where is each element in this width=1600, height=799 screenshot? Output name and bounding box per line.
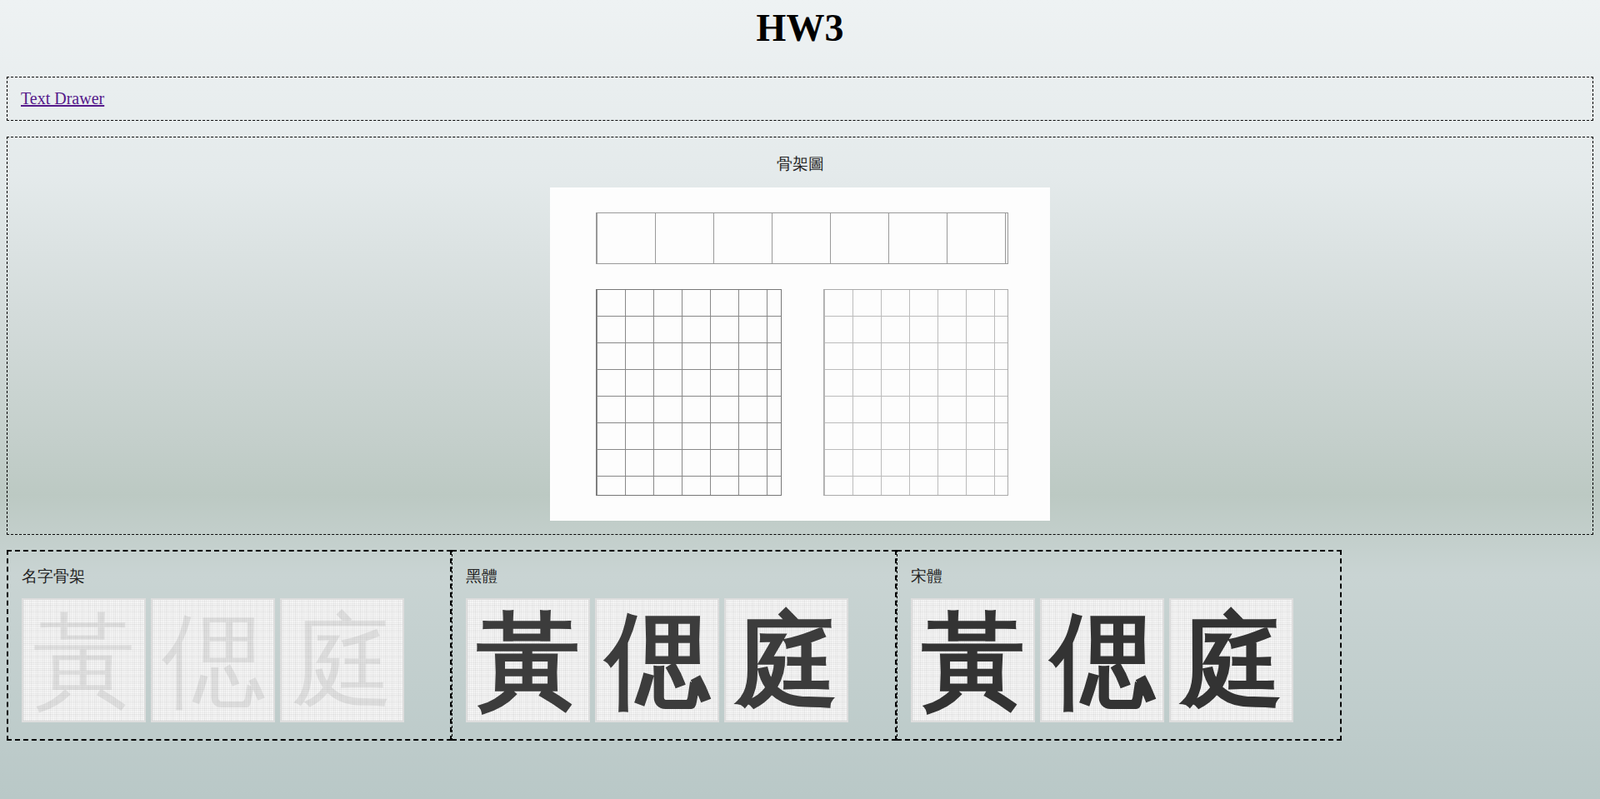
glyph-cell: 黃 <box>21 598 146 723</box>
glyph: 黃 <box>921 609 1025 713</box>
page-title: HW3 <box>6 0 1594 60</box>
figure-title: 骨架圖 <box>776 152 825 175</box>
glyph-cell: 黃 <box>910 598 1035 723</box>
sheet-grids <box>595 289 1009 496</box>
glyph-cells: 黃偲庭 <box>910 598 1327 723</box>
glyph: 黃 <box>32 609 136 713</box>
glyph-cell: 庭 <box>724 598 849 723</box>
skeleton-figure-section: 骨架圖 <box>6 136 1594 535</box>
panel-row: 名字骨架黃偲庭黑體黃偲庭宋體黃偲庭 <box>6 550 1594 741</box>
glyph-panel: 名字骨架黃偲庭 <box>6 550 452 741</box>
glyph-cell: 庭 <box>1169 598 1294 723</box>
sheet-grid <box>823 289 1010 496</box>
glyph-cell: 偲 <box>595 598 720 723</box>
glyph-cells: 黃偲庭 <box>21 598 437 723</box>
glyph: 黃 <box>476 609 580 713</box>
glyph: 偲 <box>161 609 265 713</box>
nav-link[interactable]: Text Drawer <box>20 89 105 108</box>
glyph-panel: 黑體黃偲庭 <box>451 550 897 741</box>
glyph-cells: 黃偲庭 <box>465 598 882 723</box>
glyph-cell: 偲 <box>1040 598 1165 723</box>
skeleton-figure-image <box>550 187 1050 521</box>
page: HW3Text Drawer骨架圖名字骨架黃偲庭黑體黃偲庭宋體黃偲庭 <box>0 0 1600 799</box>
glyph-panel: 宋體黃偲庭 <box>896 550 1342 741</box>
nav-section: Text Drawer <box>6 76 1594 121</box>
glyph-cell: 庭 <box>280 598 405 723</box>
sheet-grid <box>595 289 782 496</box>
glyph: 偲 <box>605 609 710 713</box>
glyph: 庭 <box>290 609 395 713</box>
glyph-cell: 黃 <box>465 598 590 723</box>
glyph-cell: 偲 <box>150 598 275 723</box>
sheet-band <box>595 212 1009 265</box>
panel-title: 宋體 <box>910 565 1327 587</box>
glyph: 庭 <box>735 609 839 713</box>
glyph: 偲 <box>1050 609 1155 713</box>
panel-title: 黑體 <box>465 565 882 587</box>
glyph: 庭 <box>1180 609 1284 713</box>
panel-title: 名字骨架 <box>21 565 437 587</box>
